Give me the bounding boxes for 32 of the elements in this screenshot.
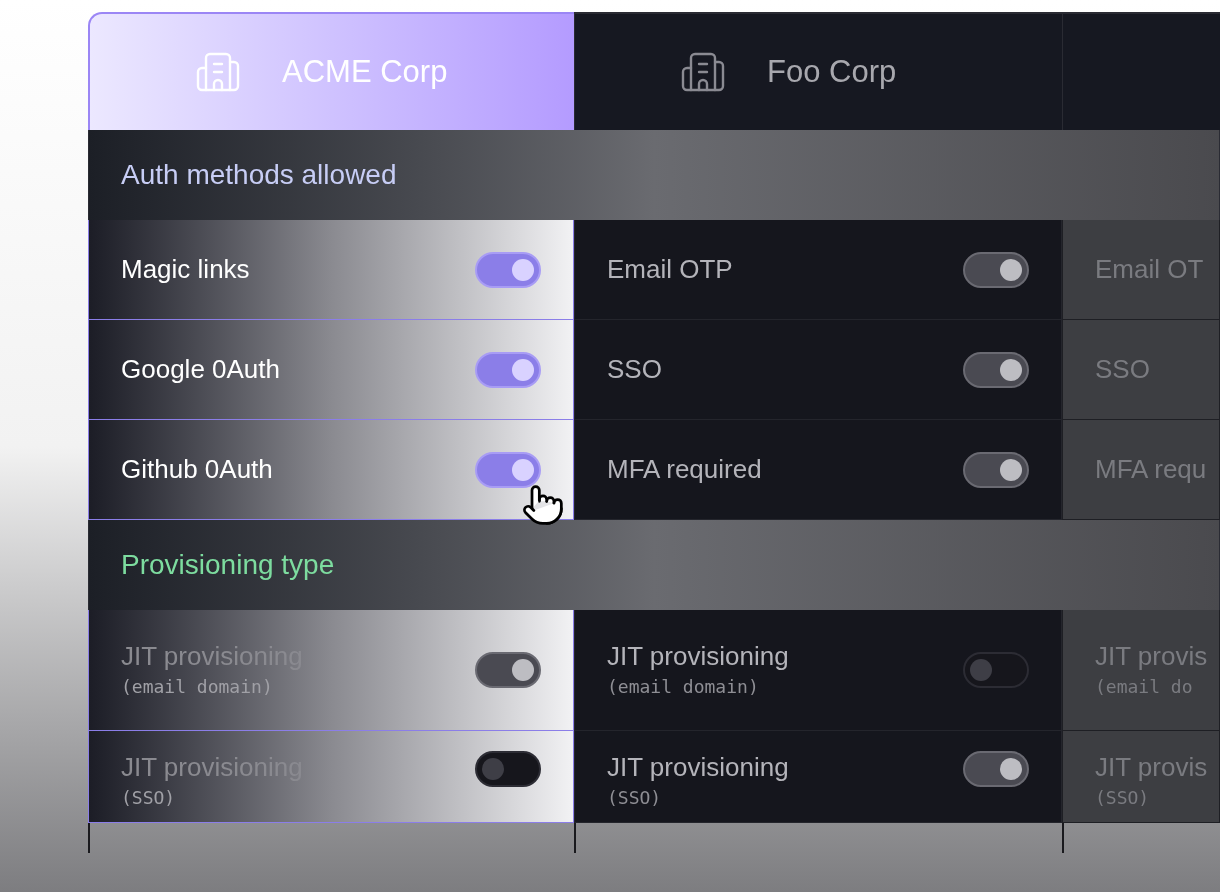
company-tab[interactable]: Foo Corp (574, 12, 1062, 130)
option-label: Google 0Auth (121, 353, 280, 386)
option-label: Github 0Auth (121, 453, 273, 486)
section-title: Auth methods allowed (121, 158, 397, 192)
option-sublabel: (SSO) (121, 785, 177, 810)
toggle-switch[interactable] (475, 652, 541, 688)
option-label: Magic links (121, 253, 250, 286)
toggle-switch[interactable] (963, 351, 1029, 388)
toggle-switch[interactable] (475, 351, 541, 388)
option-label: JIT provisioning (607, 640, 789, 673)
option-sublabel: (email do (1095, 674, 1194, 699)
option-label: JIT provis (1095, 640, 1208, 673)
option-label: Email OT (1095, 253, 1204, 286)
option-label: SSO (607, 353, 662, 386)
toggle-switch[interactable] (475, 451, 541, 488)
toggle-switch[interactable] (475, 751, 541, 787)
option-label: SSO (1095, 353, 1150, 386)
toggle-switch[interactable] (963, 751, 1029, 787)
option-label: MFA requ (1095, 453, 1207, 486)
option-sublabel: (SSO) (1095, 785, 1151, 810)
option-label: JIT provisioning (607, 751, 789, 784)
option-sublabel: (email domain) (607, 674, 760, 699)
option-sublabel: (email domain) (121, 674, 274, 699)
toggle-switch[interactable] (963, 451, 1029, 488)
toggle-switch[interactable] (963, 251, 1029, 288)
option-label: JIT provis (1095, 751, 1208, 784)
option-sublabel: (SSO) (607, 785, 663, 810)
section-title: Provisioning type (121, 548, 335, 582)
option-label: Email OTP (607, 253, 733, 286)
option-label: MFA required (607, 453, 762, 486)
toggle-switch[interactable] (475, 251, 541, 288)
toggle-switch[interactable] (963, 652, 1029, 688)
